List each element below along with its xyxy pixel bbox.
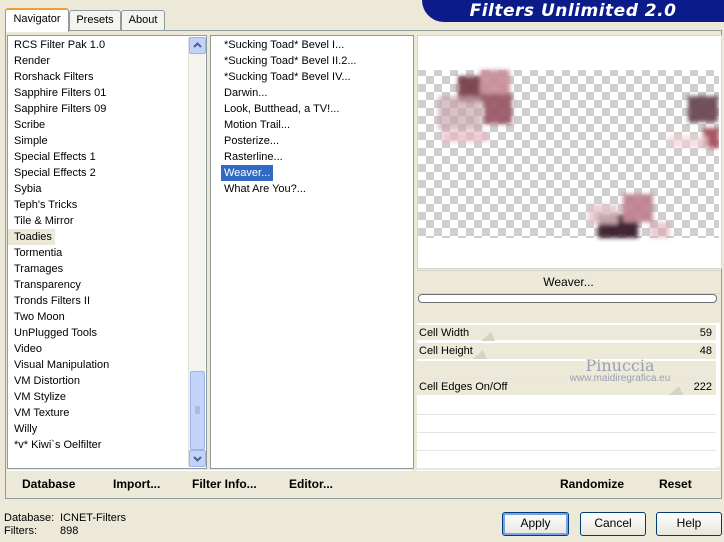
editor-button[interactable]: Editor... (289, 476, 333, 492)
category-list[interactable]: RCS Filter Pak 1.0 Render Rorshack Filters… (7, 35, 207, 469)
cancel-button[interactable]: Cancel (580, 512, 646, 536)
category-list-item[interactable]: Render (8, 53, 53, 69)
database-button[interactable]: Database (22, 476, 75, 492)
category-list-item[interactable]: *v* Kiwi`s Oelfilter (8, 437, 104, 453)
reset-button[interactable]: Reset (659, 476, 692, 492)
category-list-item[interactable]: Two Moon (8, 309, 68, 325)
category-list-item[interactable]: Willy (8, 421, 40, 437)
category-list-item[interactable]: Sapphire Filters 09 (8, 101, 109, 117)
tab-presets[interactable]: Presets (69, 10, 121, 30)
preview-panel (417, 35, 722, 269)
app-title-banner: Filters Unlimited 2.0 (422, 0, 724, 22)
category-list-item[interactable]: Tronds Filters II (8, 293, 93, 309)
category-list-item[interactable]: Visual Manipulation (8, 357, 112, 373)
category-list-item[interactable]: Simple (8, 133, 51, 149)
chevron-up-icon (193, 42, 202, 48)
category-list-item[interactable]: Transparency (8, 277, 84, 293)
filter-list-item[interactable]: Darwin... (221, 85, 270, 101)
param-row-empty (417, 361, 716, 379)
scroll-thumb[interactable] (190, 371, 205, 450)
randomize-button[interactable]: Randomize (560, 476, 624, 492)
category-list-item[interactable]: VM Texture (8, 405, 72, 421)
tab-about[interactable]: About (121, 10, 165, 30)
import-button[interactable]: Import... (113, 476, 160, 492)
category-list-item[interactable]: Special Effects 2 (8, 165, 99, 181)
category-list-item[interactable]: Scribe (8, 117, 48, 133)
filter-list-item[interactable]: Posterize... (221, 133, 282, 149)
cell-height-slider[interactable] (417, 348, 716, 360)
category-list-item[interactable]: Tile & Mirror (8, 213, 76, 229)
progress-bar (418, 294, 717, 303)
filter-list-item[interactable]: Rasterline... (221, 149, 286, 165)
filter-list-item[interactable]: Weaver... (221, 165, 274, 181)
filter-list-item[interactable]: *Sucking Toad* Bevel II.2... (221, 53, 360, 69)
category-list-item[interactable]: Teph's Tricks (8, 197, 80, 213)
cell-width-slider[interactable] (417, 330, 716, 342)
preview-image (418, 70, 719, 238)
category-scrollbar[interactable] (188, 37, 206, 467)
category-list-item[interactable]: Tramages (8, 261, 66, 277)
filter-name-label: Weaver... (417, 270, 720, 294)
tab-navigator[interactable]: Navigator (5, 8, 69, 32)
category-list-item[interactable]: Video (8, 341, 45, 357)
filter-list-item[interactable]: Motion Trail... (221, 117, 293, 133)
category-list-item[interactable]: Tormentia (8, 245, 65, 261)
filter-list[interactable]: *Sucking Toad* Bevel I... *Sucking Toad* … (210, 35, 414, 469)
filter-list-item[interactable]: Look, Butthead, a TV!... (221, 101, 342, 117)
filter-info-button[interactable]: Filter Info... (192, 476, 257, 492)
param-row-empty (417, 433, 716, 451)
grip-icon (195, 406, 200, 414)
param-row-empty (417, 451, 716, 469)
filter-list-item[interactable]: What Are You?... (221, 181, 309, 197)
status-database-label: Database: (4, 512, 55, 524)
filter-list-items: *Sucking Toad* Bevel I... *Sucking Toad* … (221, 36, 411, 468)
category-list-item[interactable]: Sapphire Filters 01 (8, 85, 109, 101)
category-list-item[interactable]: UnPlugged Tools (8, 325, 100, 341)
scroll-up-button[interactable] (189, 37, 206, 54)
status-database-value: ICNET-Filters (60, 512, 126, 524)
scroll-down-button[interactable] (189, 450, 206, 467)
cell-edges-slider[interactable] (417, 384, 716, 396)
category-list-item[interactable]: Rorshack Filters (8, 69, 96, 85)
category-list-item[interactable]: RCS Filter Pak 1.0 (8, 37, 108, 53)
category-list-item[interactable]: VM Stylize (8, 389, 69, 405)
chevron-down-icon (193, 456, 202, 462)
param-row-empty (417, 397, 716, 415)
category-list-item[interactable]: Sybia (8, 181, 45, 197)
status-filters-value: 898 (60, 525, 79, 537)
status-filters-label: Filters: (4, 525, 37, 537)
category-list-item[interactable]: Toadies (8, 229, 55, 245)
help-button[interactable]: Help (656, 512, 722, 536)
filter-list-item[interactable]: *Sucking Toad* Bevel I... (221, 37, 347, 53)
category-list-item[interactable]: VM Distortion (8, 373, 83, 389)
param-row-empty (417, 415, 716, 433)
apply-button[interactable]: Apply (502, 512, 569, 536)
category-list-item[interactable]: Special Effects 1 (8, 149, 99, 165)
category-list-items: RCS Filter Pak 1.0 Render Rorshack Filters… (8, 36, 188, 468)
filter-list-item[interactable]: *Sucking Toad* Bevel IV... (221, 69, 354, 85)
